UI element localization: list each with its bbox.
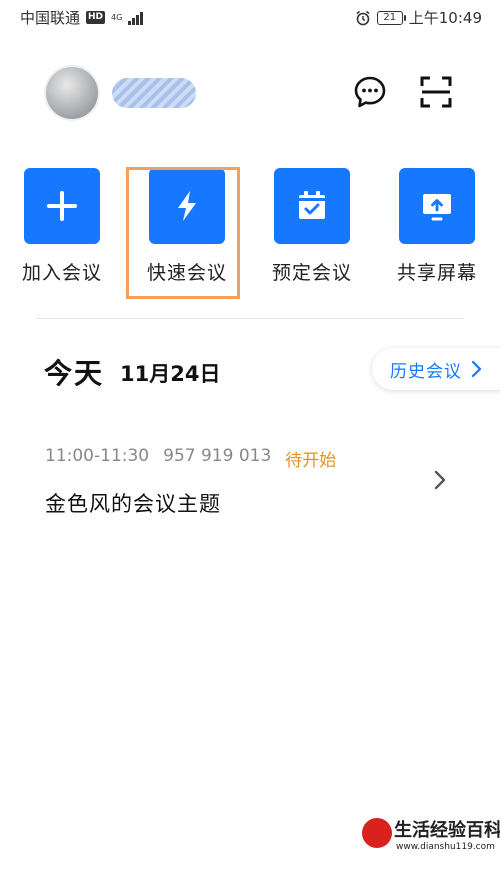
hd-badge: HD [86, 11, 106, 24]
share-screen-icon [423, 194, 451, 221]
chat-button[interactable] [350, 72, 390, 112]
share-screen-label: 共享屏幕 [396, 262, 477, 284]
highlight-box [126, 167, 240, 299]
battery-icon: 21 [376, 10, 406, 25]
share-screen-button[interactable]: 共享屏幕 [382, 168, 492, 285]
meeting-time: 11:00-11:30 [45, 446, 150, 466]
clock: 上午10:49 [408, 9, 482, 27]
schedule-meeting-tile[interactable] [274, 168, 350, 244]
chat-bubble-icon [354, 76, 386, 108]
schedule-meeting-button[interactable]: 预定会议 [257, 168, 367, 285]
meeting-status: 待开始 [285, 451, 337, 471]
meeting-title: 金色风的会议主题 [45, 492, 221, 516]
chevron-right-icon [471, 360, 482, 378]
username-redacted [112, 78, 196, 108]
carrier-label: 中国联通 [20, 9, 81, 27]
share-screen-tile[interactable] [399, 168, 475, 244]
meeting-meta: 11:00-11:30 957 919 013 待开始 [45, 446, 336, 471]
today-date: 11月24日 [120, 362, 221, 386]
status-right: 21 上午10:49 [355, 7, 482, 28]
calendar-check-icon [299, 191, 325, 219]
history-meetings-label: 历史会议 [390, 361, 462, 382]
divider [36, 318, 464, 319]
join-meeting-button[interactable]: 加入会议 [7, 168, 117, 285]
avatar[interactable] [44, 65, 100, 121]
alarm-icon [356, 10, 370, 25]
signal-icon [128, 11, 144, 25]
watermark-url: www.dianshu119.com [396, 842, 495, 852]
join-meeting-label: 加入会议 [21, 262, 102, 284]
section-title-today: 今天 [44, 357, 105, 390]
watermark-logo-icon [362, 818, 392, 848]
watermark: 生活经验百科 www.dianshu119.com [362, 812, 500, 889]
action-row: 加入会议 快速会议 预定会议 共享屏幕 [0, 168, 500, 298]
status-left: 中国联通 HD 4G [20, 7, 144, 28]
watermark-title: 生活经验百科 [394, 820, 500, 841]
plus-icon [47, 191, 77, 221]
chevron-right-icon [434, 470, 446, 490]
network-type: 4G [111, 12, 123, 22]
scan-icon [420, 76, 452, 108]
history-meetings-button[interactable]: 历史会议 [372, 348, 500, 390]
schedule-meeting-label: 预定会议 [271, 262, 352, 284]
meeting-id: 957 919 013 [163, 446, 272, 466]
status-bar: 中国联通 HD 4G 21 上午10:49 [0, 0, 500, 36]
meeting-list-item[interactable]: 11:00-11:30 957 919 013 待开始 金色风的会议主题 [0, 430, 500, 530]
scan-button[interactable] [416, 72, 456, 112]
join-meeting-tile[interactable] [24, 168, 100, 244]
